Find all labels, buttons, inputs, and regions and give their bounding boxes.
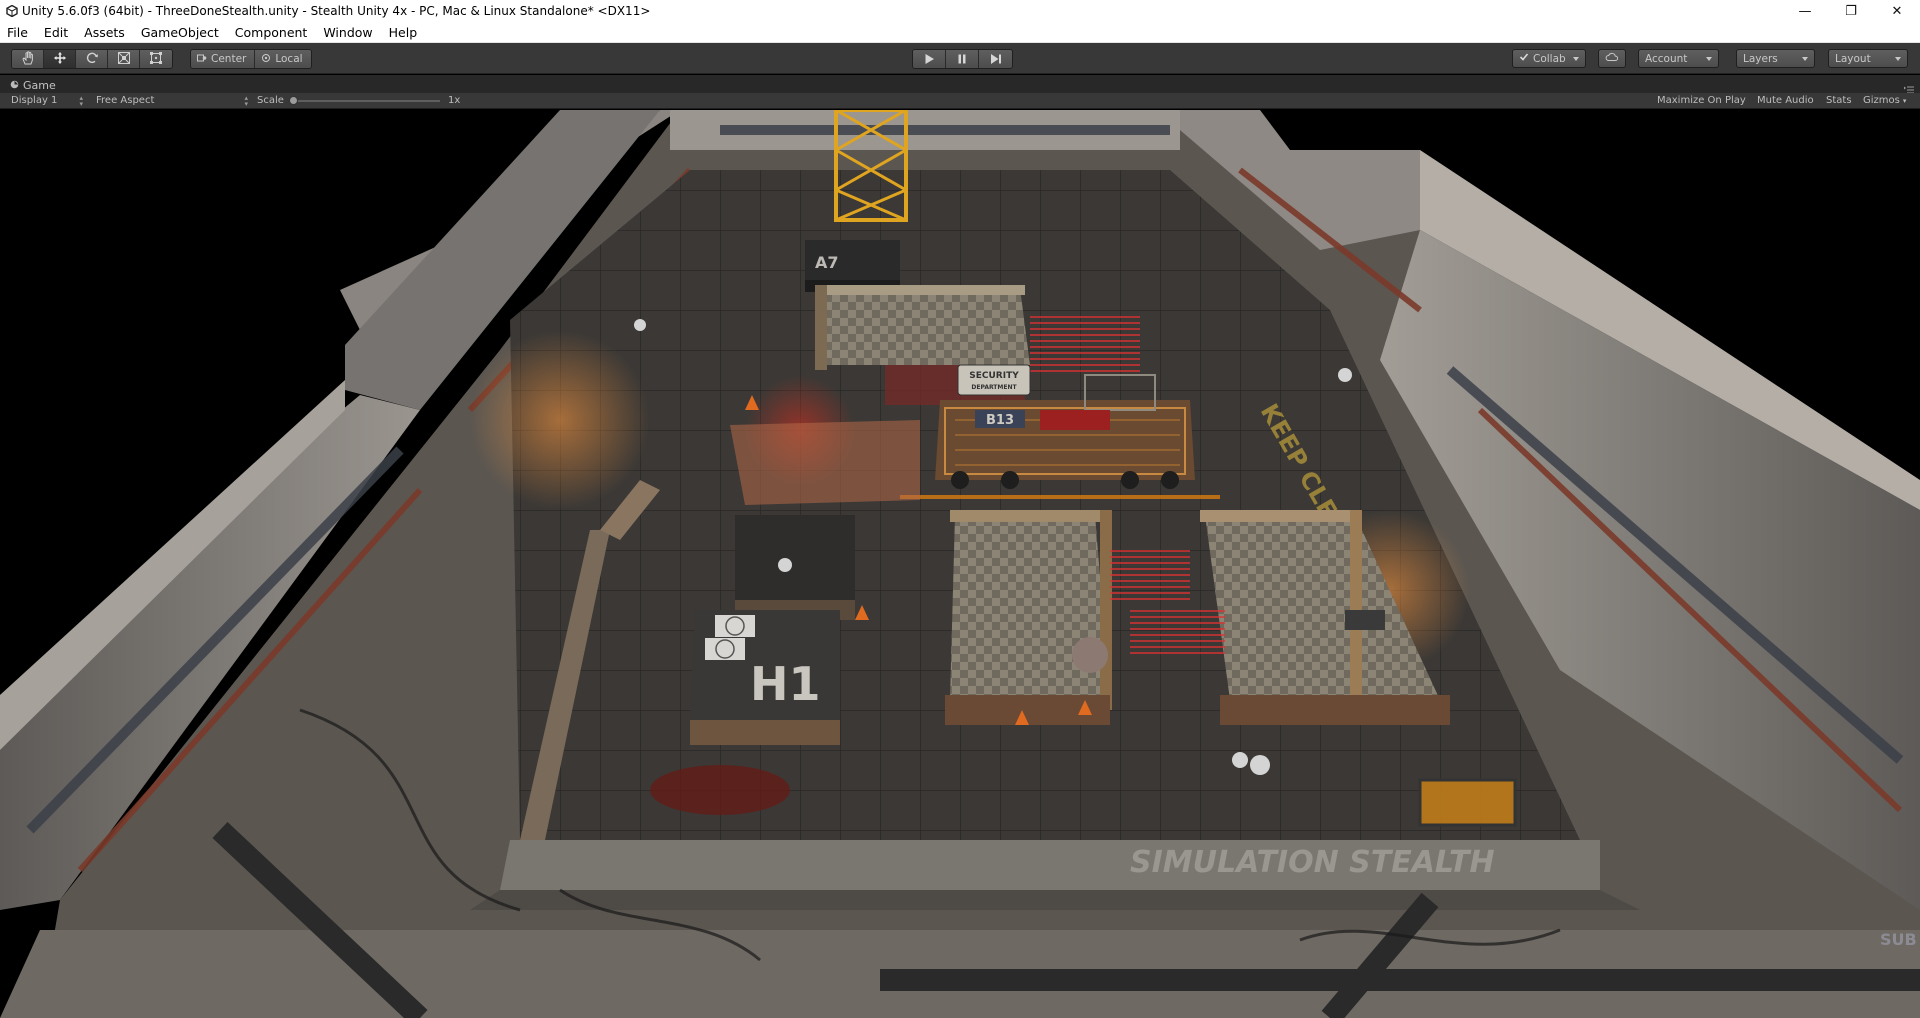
tab-game-label: Game bbox=[23, 78, 56, 92]
menu-file[interactable]: File bbox=[0, 22, 36, 43]
layers-caret-icon bbox=[1802, 56, 1808, 61]
pivot-center-button[interactable]: Center bbox=[191, 50, 256, 68]
unity-logo-icon bbox=[4, 3, 20, 19]
game-view-toolbar: Display 1 ▴ ▾ Free Aspect ▴ ▾ Scale 1x Max… bbox=[0, 93, 1920, 109]
aspect-label: Free Aspect bbox=[96, 95, 155, 106]
rotate-tool-button[interactable] bbox=[76, 50, 108, 68]
scale-slider-thumb[interactable] bbox=[289, 96, 298, 105]
stats-toggle[interactable]: Stats bbox=[1826, 93, 1852, 109]
rotate-icon bbox=[85, 50, 99, 68]
layout-dropdown[interactable]: Layout bbox=[1828, 49, 1908, 68]
move-icon bbox=[53, 50, 67, 68]
pivot-toggles: Center Local bbox=[190, 49, 312, 69]
account-label: Account bbox=[1645, 52, 1688, 65]
camo-net bbox=[730, 420, 920, 505]
cloud-icon bbox=[1605, 52, 1619, 65]
laser-grid-upper bbox=[1030, 315, 1140, 375]
scale-tool-button[interactable] bbox=[108, 50, 140, 68]
menu-component[interactable]: Component bbox=[227, 22, 316, 43]
game-view-render[interactable]: A7 SECURITY DEPARTMENT B13 KEEP CLEAR H1… bbox=[0, 110, 1920, 1018]
main-toolbar: Center Local Collab Account Layers Layou… bbox=[0, 43, 1920, 74]
a7-label: A7 bbox=[815, 253, 839, 272]
window-title: Unity 5.6.0f3 (64bit) - ThreeDoneStealth… bbox=[22, 4, 651, 18]
security-sign: SECURITY DEPARTMENT bbox=[957, 364, 1031, 396]
layers-dropdown[interactable]: Layers bbox=[1736, 49, 1815, 68]
hand-tool-button[interactable] bbox=[12, 50, 44, 68]
collab-caret-icon bbox=[1573, 56, 1579, 61]
menu-bar: File Edit Assets GameObject Component Wi… bbox=[0, 22, 1920, 43]
collab-label: Collab bbox=[1533, 52, 1566, 65]
pivot-center-icon bbox=[197, 53, 207, 66]
display-dropdown[interactable]: Display 1 ▴ ▾ bbox=[11, 93, 83, 109]
tab-game[interactable]: Game bbox=[4, 77, 64, 93]
display-updown-icon: ▴ ▾ bbox=[79, 94, 83, 108]
gizmos-caret-icon: ▾ bbox=[1902, 97, 1907, 105]
menu-edit[interactable]: Edit bbox=[36, 22, 76, 43]
menu-window[interactable]: Window bbox=[315, 22, 380, 43]
rect-tool-button[interactable] bbox=[140, 50, 172, 68]
hand-icon bbox=[21, 50, 35, 68]
pivot-local-label: Local bbox=[275, 53, 303, 65]
move-tool-button[interactable] bbox=[44, 50, 76, 68]
play-button[interactable] bbox=[913, 50, 946, 68]
pivot-center-label: Center bbox=[211, 53, 247, 65]
lower-middle-room bbox=[945, 510, 1112, 725]
department-label: DEPARTMENT bbox=[971, 384, 1017, 391]
sub-label: SUB bbox=[1880, 930, 1917, 949]
scale-label: Scale bbox=[257, 95, 284, 106]
playback-controls bbox=[912, 49, 1013, 69]
simulation-stealth-label: SIMULATION STEALTH bbox=[1130, 845, 1495, 880]
tab-options-icon[interactable] bbox=[1904, 79, 1914, 94]
stealth-level-scene: A7 SECURITY DEPARTMENT B13 KEEP CLEAR H1… bbox=[0, 110, 1920, 1018]
window-controls: — ❐ ✕ bbox=[1782, 0, 1920, 22]
maximize-on-play-toggle[interactable]: Maximize On Play bbox=[1657, 93, 1746, 109]
b13-label: B13 bbox=[986, 413, 1014, 428]
transform-tools bbox=[11, 49, 173, 69]
checkmark-icon bbox=[1519, 52, 1529, 65]
close-button[interactable]: ✕ bbox=[1874, 0, 1920, 22]
pivot-local-button[interactable]: Local bbox=[255, 50, 311, 68]
step-icon bbox=[989, 50, 1003, 68]
layout-label: Layout bbox=[1835, 52, 1871, 65]
pause-button[interactable] bbox=[946, 50, 979, 68]
game-tab-strip: Game bbox=[0, 75, 1920, 94]
gizmos-dropdown[interactable]: Gizmos ▾ bbox=[1863, 93, 1906, 109]
layout-caret-icon bbox=[1895, 56, 1901, 61]
minimize-button[interactable]: — bbox=[1782, 0, 1828, 22]
scale-value: 1x bbox=[448, 95, 461, 106]
security-label: SECURITY bbox=[969, 371, 1019, 381]
menu-gameobject[interactable]: GameObject bbox=[133, 22, 227, 43]
laser-grid-lower-1 bbox=[1110, 550, 1190, 600]
account-caret-icon bbox=[1706, 56, 1712, 61]
gizmos-label: Gizmos bbox=[1863, 95, 1900, 106]
h1-label: H1 bbox=[750, 657, 821, 711]
account-dropdown[interactable]: Account bbox=[1638, 49, 1719, 68]
layers-label: Layers bbox=[1743, 52, 1778, 65]
play-icon bbox=[923, 50, 935, 68]
laser-grid-lower-2 bbox=[1130, 610, 1225, 655]
scale-icon bbox=[117, 50, 131, 68]
pause-icon bbox=[956, 50, 968, 68]
aspect-dropdown[interactable]: Free Aspect ▴ ▾ bbox=[96, 93, 248, 109]
game-view-icon bbox=[10, 79, 19, 92]
title-bar: Unity 5.6.0f3 (64bit) - ThreeDoneStealth… bbox=[0, 0, 1920, 22]
scale-slider-track[interactable] bbox=[290, 100, 440, 102]
cloud-button[interactable] bbox=[1598, 49, 1626, 68]
orange-floor-hatch bbox=[1420, 780, 1515, 825]
mute-audio-toggle[interactable]: Mute Audio bbox=[1757, 93, 1814, 109]
aspect-updown-icon: ▴ ▾ bbox=[244, 94, 248, 108]
maximize-button[interactable]: ❐ bbox=[1828, 0, 1874, 22]
display-label: Display 1 bbox=[11, 95, 58, 106]
rect-icon bbox=[149, 50, 163, 68]
upper-room bbox=[815, 285, 1030, 370]
step-button[interactable] bbox=[979, 50, 1012, 68]
menu-assets[interactable]: Assets bbox=[76, 22, 133, 43]
collab-dropdown[interactable]: Collab bbox=[1512, 49, 1586, 68]
menu-help[interactable]: Help bbox=[381, 22, 426, 43]
local-space-icon bbox=[261, 53, 271, 66]
room-a7: A7 bbox=[805, 240, 900, 292]
